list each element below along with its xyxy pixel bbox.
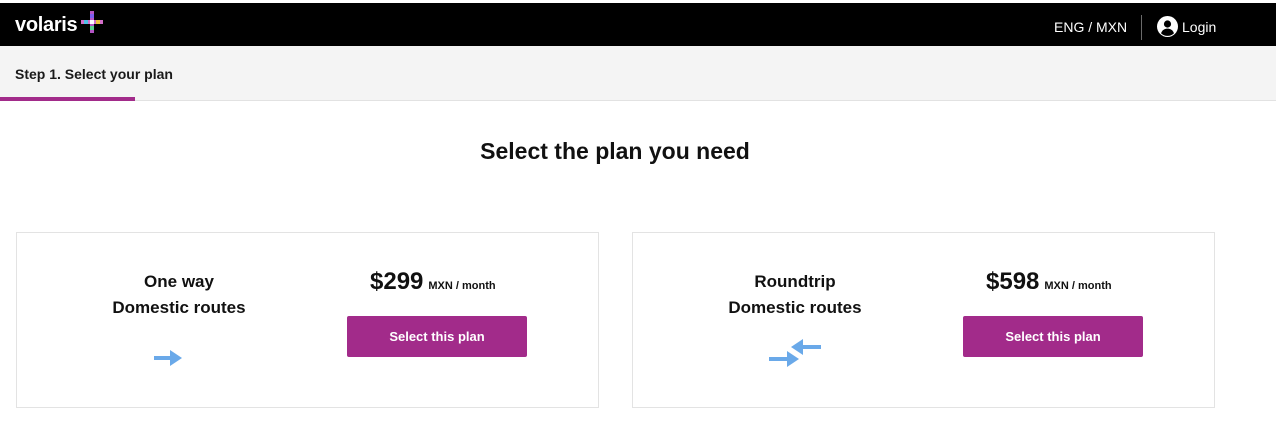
login-button[interactable]: Login — [1157, 16, 1216, 37]
price-amount: $299 — [370, 268, 424, 295]
plan-card-one-way: One way Domestic routes $299 MXN / month… — [16, 232, 599, 408]
plan-name: One way Domestic routes — [77, 269, 281, 321]
active-step-indicator — [0, 97, 135, 101]
plan-card-roundtrip: Roundtrip Domestic routes $598 MXN / mon… — [632, 232, 1215, 408]
volaris-logo[interactable]: volaris — [15, 11, 104, 38]
plan-name-line2: Domestic routes — [112, 298, 246, 317]
select-plan-button[interactable]: Select this plan — [963, 316, 1143, 357]
select-plan-button[interactable]: Select this plan — [347, 316, 527, 357]
plan-name: Roundtrip Domestic routes — [693, 269, 897, 321]
step-progress-bar: Step 1. Select your plan — [0, 46, 1276, 101]
arrow-right-icon — [154, 350, 182, 366]
plan-name-line1: One way — [144, 272, 214, 291]
page-title: Select the plan you need — [480, 138, 750, 164]
plan-name-line1: Roundtrip — [754, 272, 836, 291]
roundtrip-arrows-icon — [769, 339, 821, 367]
login-label: Login — [1182, 18, 1217, 35]
header-divider — [1141, 15, 1142, 40]
plan-name-line2: Domestic routes — [728, 298, 862, 317]
sparkle-logo-icon — [81, 11, 104, 33]
top-navigation-bar: volaris ENG / MXN Login — [0, 3, 1276, 46]
step-1-tab[interactable]: Step 1. Select your plan — [15, 66, 173, 82]
price: $299 MXN / month — [370, 268, 496, 296]
price-unit: MXN / month — [428, 280, 496, 292]
logo-text: volaris — [15, 13, 78, 36]
price: $598 MXN / month — [986, 268, 1112, 296]
user-account-icon — [1157, 16, 1178, 37]
language-currency-selector[interactable]: ENG / MXN — [1054, 19, 1127, 35]
price-amount: $598 — [986, 268, 1040, 295]
price-unit: MXN / month — [1044, 280, 1112, 292]
